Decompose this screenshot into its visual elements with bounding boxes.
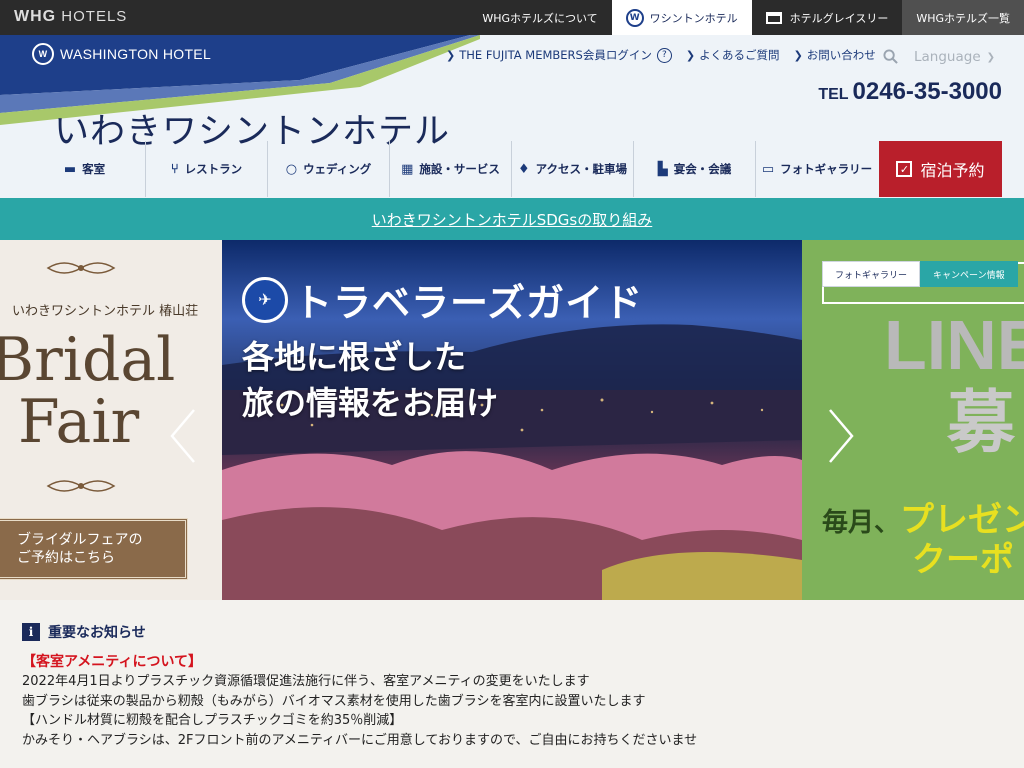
link-label: お問い合わせ xyxy=(806,48,876,62)
slide-travelers-guide[interactable]: ✈ トラベラーズガイド 各地に根ざした 旅の情報をお届け xyxy=(222,240,802,600)
bed-icon: ▬ xyxy=(63,161,77,177)
whg-logo-brand: WHG xyxy=(14,8,57,25)
notice-line: 2022年4月1日よりプラスチック資源循環促進法施行に伴う、客室アメニティの変更… xyxy=(22,674,590,689)
ornament-icon xyxy=(46,262,116,274)
sdgs-link[interactable]: いわきワシントンホテルSDGsの取り組み xyxy=(372,209,653,230)
ornament-icon xyxy=(46,480,116,492)
nav-label: レストラン xyxy=(184,162,243,176)
reserve-button[interactable]: ✓ 宿泊予約 xyxy=(879,141,1002,197)
carousel-prev-arrow-icon[interactable] xyxy=(168,408,198,464)
slide-tagline-line1: 各地に根ざした xyxy=(242,338,467,376)
tab-whg-hotel-list[interactable]: WHGホテルズ一覧 xyxy=(902,0,1024,35)
notice-title: i 重要なお知らせ xyxy=(22,622,146,642)
campaign-title-line1: LINE xyxy=(884,306,1024,384)
bridal-hotel-name: いわきワシントンホテル 椿山荘 xyxy=(12,304,199,319)
tab-photo-gallery[interactable]: フォトギャラリー xyxy=(822,261,921,287)
site-header: W WASHINGTON HOTEL ❯ THE FUJITA MEMBERS会員… xyxy=(0,35,1024,198)
nav-restaurant[interactable]: ⑂ レストラン xyxy=(146,141,268,197)
main-nav: ▬ 客室 ⑂ レストラン ○ ウェディング ▦ 施設・サービス ♦ アクセス・駐車場 ▙ 宴… xyxy=(24,141,878,197)
tel-label: TEL xyxy=(818,86,849,103)
contact-link[interactable]: ❯ お問い合わせ xyxy=(794,47,876,63)
nav-facilities[interactable]: ▦ 施設・サービス xyxy=(390,141,512,197)
tab-washington-hotel[interactable]: W ワシントンホテル xyxy=(611,0,752,35)
chevron-right-icon: ❯ xyxy=(793,48,803,62)
tab-label: ホテルグレイスリー xyxy=(789,11,889,25)
checkbox-icon: ✓ xyxy=(896,161,913,177)
nav-label: フォトギャラリー xyxy=(780,162,873,176)
tab-label: ワシントンホテル xyxy=(649,11,738,25)
bridal-button-line2: ご予約はこちら xyxy=(17,550,115,566)
tab-label: WHGホテルズについて xyxy=(482,11,598,25)
reserve-label: 宿泊予約 xyxy=(920,161,985,180)
language-select[interactable]: Language ❯ xyxy=(914,49,995,65)
notice-line: かみそり・ヘアブラシは、2Fフロント前のアメニティバーにご用意しておりますので、… xyxy=(22,732,698,748)
washington-hotel-logo[interactable]: W WASHINGTON HOTEL xyxy=(32,43,211,65)
bridal-title-line2: Fair xyxy=(18,387,140,457)
link-label: よくあるご質問 xyxy=(699,48,780,62)
chevron-right-icon: ❯ xyxy=(685,48,696,62)
language-label: Language xyxy=(914,49,981,65)
tab-label: WHGホテルズ一覧 xyxy=(916,11,1010,25)
notice-line: 歯ブラシは従来の製品から籾殻（もみがら）バイオマス素材を使用した歯ブラシを客室内… xyxy=(22,693,646,709)
nav-wedding[interactable]: ○ ウェディング xyxy=(268,141,390,197)
tab-whg-about[interactable]: WHGホテルズについて xyxy=(468,0,611,35)
fork-knife-icon: ⑂ xyxy=(170,161,179,177)
nav-label: 宴会・会議 xyxy=(673,162,732,176)
washington-emblem-icon: W xyxy=(625,8,644,27)
washington-hotel-logo-text: WASHINGTON HOTEL xyxy=(60,46,212,62)
nav-photo-gallery[interactable]: ▭ フォトギャラリー xyxy=(756,141,878,197)
tel-number: 0246-35-3000 xyxy=(852,78,1002,105)
chevron-down-icon: ❯ xyxy=(986,51,996,63)
search-icon[interactable] xyxy=(883,49,898,64)
nav-rooms[interactable]: ▬ 客室 xyxy=(24,141,146,197)
campaign-line4: クーポ xyxy=(912,540,1014,580)
bridal-reserve-button[interactable]: ブライダルフェアの ご予約はこちら xyxy=(0,518,188,580)
bridal-title-line1: Bridal xyxy=(0,325,176,395)
map-pin-icon: ♦ xyxy=(517,161,530,177)
whg-hotels-logo[interactable]: WHG HOTELS xyxy=(14,8,127,26)
tab-campaign-info[interactable]: キャンペーン情報 xyxy=(920,261,1018,287)
faq-link[interactable]: ❯ よくあるご質問 xyxy=(686,47,780,63)
sdgs-banner: いわきワシントンホテルSDGsの取り組み xyxy=(0,198,1024,240)
globe-icon: ✈ xyxy=(242,276,288,323)
whg-logo-text: HOTELS xyxy=(61,8,128,25)
nav-label: アクセス・駐車場 xyxy=(535,162,628,176)
washington-emblem-icon: W xyxy=(32,43,54,65)
bridal-button-line1: ブライダルフェアの xyxy=(17,532,143,548)
telephone[interactable]: TEL 0246-35-3000 xyxy=(818,78,1002,106)
slide-tagline-line2: 旅の情報をお届け xyxy=(242,384,499,422)
ring-icon: ○ xyxy=(285,161,298,177)
slide-category-tabs: フォトギャラリー キャンペーン情報 xyxy=(822,261,1018,287)
brand-tabs: WHGホテルズについて W ワシントンホテル ホテルグレイスリー WHGホテルズ一… xyxy=(468,0,1024,35)
nav-label: 施設・サービス xyxy=(419,162,500,176)
top-bar: WHG HOTELS WHGホテルズについて W ワシントンホテル ホテルグレイス… xyxy=(0,0,1024,35)
campaign-line3-prefix: 毎月、 xyxy=(822,508,901,538)
travelers-guide-title: トラベラーズガイド xyxy=(294,281,644,325)
help-icon[interactable]: ? xyxy=(656,47,672,63)
notice-subtitle: 【客室アメニティについて】 xyxy=(22,654,203,670)
hero-carousel: いわきワシントンホテル 椿山荘 Bridal Fair ブライダルフェアの ご予… xyxy=(0,240,1024,600)
campaign-title-line2: 募 xyxy=(947,384,1016,463)
monitor-icon: ▭ xyxy=(761,161,775,177)
members-login-link[interactable]: ❯ THE FUJITA MEMBERS会員ログイン? xyxy=(446,47,672,63)
building-icon: ▦ xyxy=(401,161,414,177)
nav-banquet[interactable]: ▙ 宴会・会議 xyxy=(634,141,756,197)
podium-icon: ▙ xyxy=(657,161,668,177)
nav-label: ウェディング xyxy=(303,162,372,176)
notice-body: 2022年4月1日よりプラスチック資源循環促進法施行に伴う、客室アメニティの変更… xyxy=(22,672,697,750)
tab-hotel-gracery[interactable]: ホテルグレイスリー xyxy=(752,0,903,35)
gracery-bed-icon xyxy=(765,11,782,24)
nav-label: 客室 xyxy=(82,162,106,176)
notice-title-text: 重要なお知らせ xyxy=(48,625,146,641)
chevron-right-icon: ❯ xyxy=(446,48,456,62)
link-label: THE FUJITA MEMBERS会員ログイン xyxy=(459,48,652,62)
notice-line: 【ハンドル材質に籾殻を配合しプラスチックゴミを約35％削減】 xyxy=(22,713,403,728)
carousel-next-arrow-icon[interactable] xyxy=(826,408,856,464)
info-icon: i xyxy=(22,623,40,641)
important-notice: i 重要なお知らせ 【客室アメニティについて】 2022年4月1日よりプラスチッ… xyxy=(0,600,1024,768)
utility-links: ❯ THE FUJITA MEMBERS会員ログイン? ❯ よくあるご質問 ❯ お問い… xyxy=(446,47,890,63)
nav-access[interactable]: ♦ アクセス・駐車場 xyxy=(512,141,634,197)
travelers-guide-logo: ✈ トラベラーズガイド xyxy=(242,272,643,327)
